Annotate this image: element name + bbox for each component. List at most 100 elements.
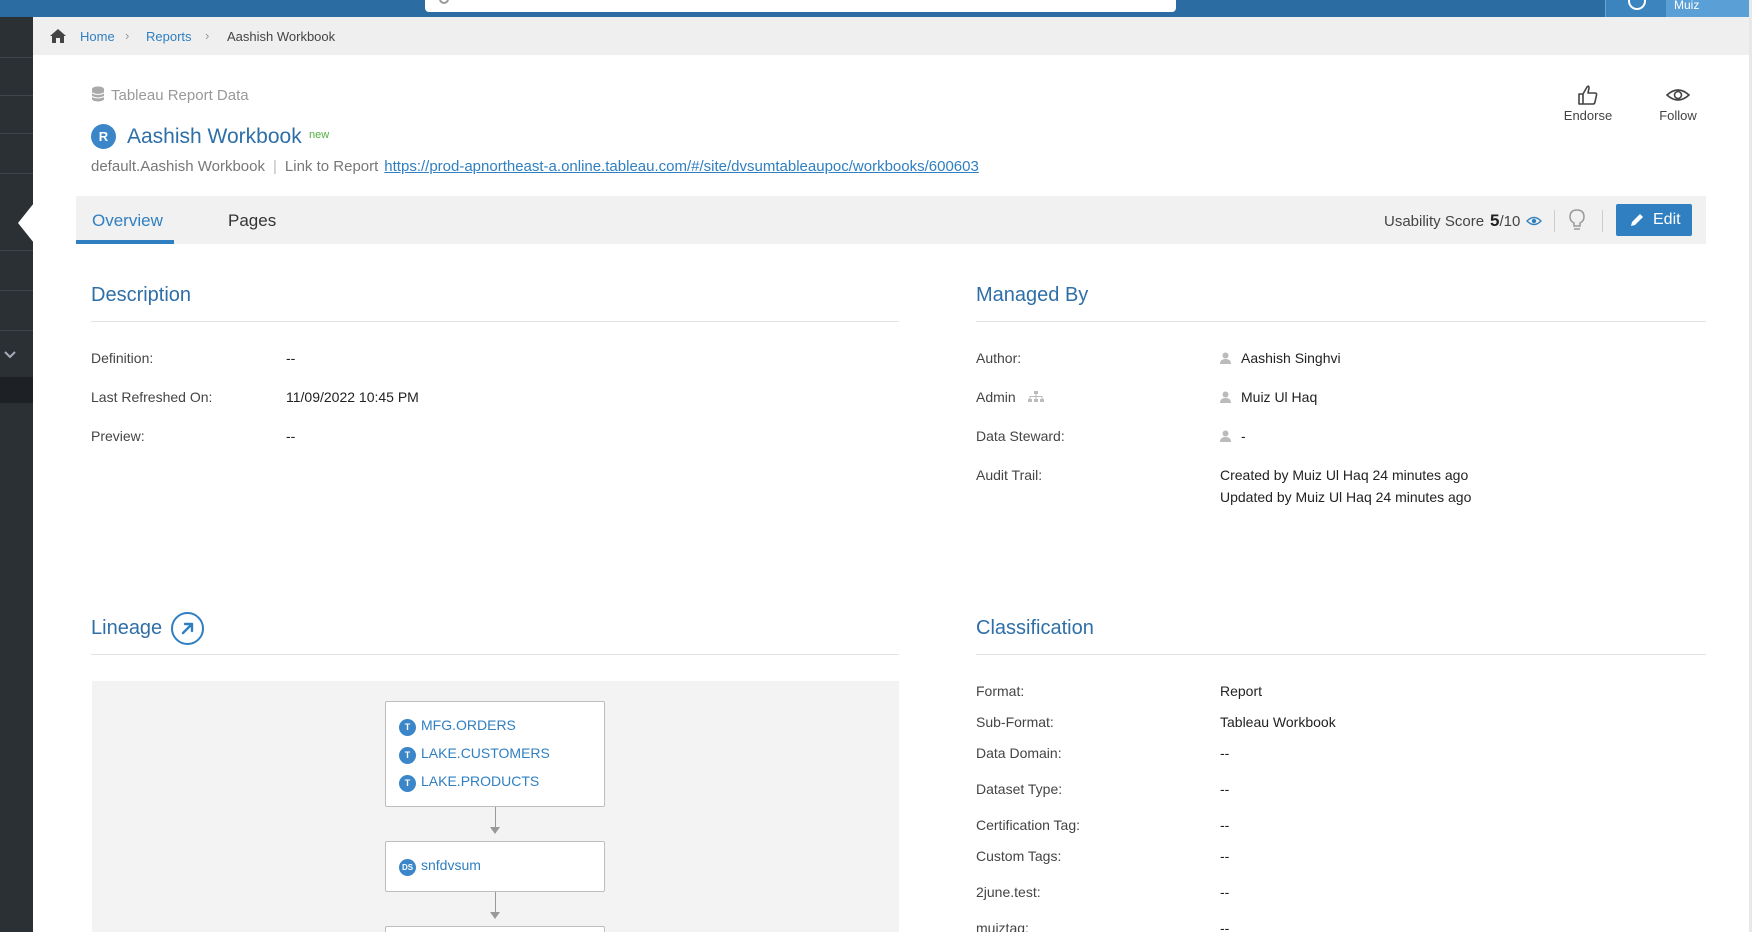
- last-refreshed-value: 11/09/2022 10:45 PM: [286, 389, 419, 405]
- divider: [1554, 210, 1555, 232]
- certification-tag-label: Certification Tag:: [976, 817, 1081, 833]
- help-icon[interactable]: [1628, 0, 1646, 10]
- home-icon[interactable]: [49, 28, 67, 44]
- lineage-connector: [495, 807, 496, 827]
- new-badge: new: [309, 129, 330, 141]
- edit-button[interactable]: Edit: [1616, 204, 1692, 236]
- lineage-datasource-node[interactable]: DS snfdvsum: [385, 841, 605, 892]
- section-divider: [91, 321, 899, 322]
- report-url-link[interactable]: https://prod-apnortheast-a.online.tablea…: [384, 158, 979, 175]
- view-score-icon[interactable]: [1526, 215, 1543, 227]
- custom-field-label: 2june.test:: [976, 884, 1041, 900]
- tab-pages[interactable]: Pages: [228, 211, 276, 231]
- lineage-table-item[interactable]: T LAKE.CUSTOMERS: [399, 745, 550, 764]
- lineage-arrow: [490, 827, 500, 834]
- audit-created: Created by Muiz Ul Haq 24 minutes ago: [1220, 467, 1469, 483]
- open-lineage-button[interactable]: [171, 612, 204, 645]
- lineage-datasource-name: snfdvsum: [421, 857, 481, 873]
- preview-label: Preview:: [91, 428, 145, 444]
- person-icon: [1220, 391, 1231, 403]
- usability-label: Usability Score: [1384, 213, 1485, 230]
- follow-label: Follow: [1659, 108, 1697, 123]
- usability-max: /10: [1499, 213, 1521, 230]
- audit-updated: Updated by Muiz Ul Haq 24 minutes ago: [1220, 489, 1472, 505]
- data-steward-name: -: [1241, 428, 1246, 444]
- author-name: Aashish Singhvi: [1241, 350, 1341, 366]
- definition-value: --: [286, 350, 296, 366]
- custom-tags-label: Custom Tags:: [976, 848, 1062, 864]
- datasource-badge: DS: [399, 859, 416, 876]
- author-label: Author:: [976, 350, 1022, 366]
- classification-title: Classification: [976, 617, 1094, 639]
- lineage-table-item[interactable]: T LAKE.PRODUCTS: [399, 773, 539, 792]
- person-icon: [1220, 352, 1231, 364]
- lineage-tables-node[interactable]: T MFG.ORDERS T LAKE.CUSTOMERS T LAKE.PRODUC…: [385, 701, 605, 807]
- divider: [1602, 210, 1603, 232]
- data-domain-value: --: [1220, 745, 1230, 761]
- data-steward-value[interactable]: -: [1220, 428, 1246, 444]
- author-value[interactable]: Aashish Singhvi: [1220, 350, 1341, 366]
- last-refreshed-label: Last Refreshed On:: [91, 389, 213, 405]
- lightbulb-icon[interactable]: [1567, 208, 1587, 232]
- asset-type-text: Tableau Report Data: [111, 87, 249, 104]
- lineage-report-node[interactable]: [385, 926, 605, 932]
- lineage-canvas[interactable]: T MFG.ORDERS T LAKE.CUSTOMERS T LAKE.PRODUC…: [92, 681, 899, 932]
- breadcrumb-separator: ›: [125, 28, 130, 43]
- asset-type-label: Tableau Report Data: [91, 86, 249, 104]
- audit-trail-label: Audit Trail:: [976, 467, 1043, 483]
- custom-field-label: muiztag:: [976, 920, 1029, 932]
- tab-overview[interactable]: Overview: [92, 211, 163, 231]
- admin-label-text: Admin: [976, 389, 1016, 405]
- preview-value: --: [286, 428, 296, 444]
- custom-tags-value: --: [1220, 848, 1230, 864]
- page-title: Aashish Workbook: [127, 125, 302, 148]
- chevron-down-icon[interactable]: [3, 347, 17, 363]
- person-icon: [1220, 430, 1231, 442]
- admin-label: Admin: [976, 389, 1044, 405]
- data-domain-label: Data Domain:: [976, 745, 1062, 761]
- edit-label: Edit: [1653, 211, 1681, 228]
- eye-icon: [1665, 89, 1691, 101]
- lineage-title: Lineage: [91, 617, 163, 639]
- format-value: Report: [1220, 683, 1263, 699]
- table-badge: T: [399, 719, 416, 736]
- section-divider: [91, 654, 899, 655]
- definition-label: Definition:: [91, 350, 154, 366]
- usability-score: Usability Score 5/10: [1384, 211, 1543, 231]
- sub-format-label: Sub-Format:: [976, 714, 1054, 730]
- admin-value[interactable]: Muiz Ul Haq: [1220, 389, 1317, 405]
- arrow-up-right-icon: [181, 622, 194, 635]
- dataset-type-label: Dataset Type:: [976, 781, 1063, 797]
- lineage-datasource-item[interactable]: DS snfdvsum: [399, 857, 481, 876]
- asset-subline: default.Aashish Workbook | Link to Report h…: [91, 158, 979, 175]
- follow-button[interactable]: Follow: [1643, 84, 1713, 123]
- breadcrumb-home[interactable]: Home: [80, 29, 115, 44]
- lineage-table-item[interactable]: T MFG.ORDERS: [399, 717, 516, 736]
- admin-name: Muiz Ul Haq: [1241, 389, 1318, 405]
- lineage-connector: [495, 892, 496, 912]
- description-title: Description: [91, 284, 192, 306]
- report-type-badge: R: [91, 124, 116, 149]
- pencil-icon: [1631, 214, 1643, 226]
- global-search-input[interactable]: [425, 0, 1176, 12]
- rail-divider: [0, 290, 33, 291]
- thumbs-up-icon: [1578, 85, 1598, 105]
- sub-format-value: Tableau Workbook: [1220, 714, 1336, 730]
- breadcrumb-current: Aashish Workbook: [227, 29, 336, 44]
- usability-value: 5: [1490, 211, 1500, 230]
- user-menu[interactable]: Muiz: [1666, 0, 1752, 17]
- lineage-table-name: LAKE.CUSTOMERS: [421, 745, 550, 761]
- rail-divider: [0, 330, 33, 331]
- lineage-table-name: MFG.ORDERS: [421, 717, 516, 733]
- active-nav-indicator: [18, 203, 34, 243]
- lineage-arrow: [490, 912, 500, 919]
- table-badge: T: [399, 775, 416, 792]
- endorse-button[interactable]: Endorse: [1553, 84, 1623, 123]
- data-steward-label: Data Steward:: [976, 428, 1065, 444]
- divider: |: [273, 158, 277, 175]
- breadcrumb-reports[interactable]: Reports: [146, 29, 192, 44]
- breadcrumb-separator: ›: [205, 28, 210, 43]
- certification-tag-value: --: [1220, 817, 1230, 833]
- active-tab-indicator: [76, 240, 174, 244]
- custom-field-value: --: [1220, 884, 1230, 900]
